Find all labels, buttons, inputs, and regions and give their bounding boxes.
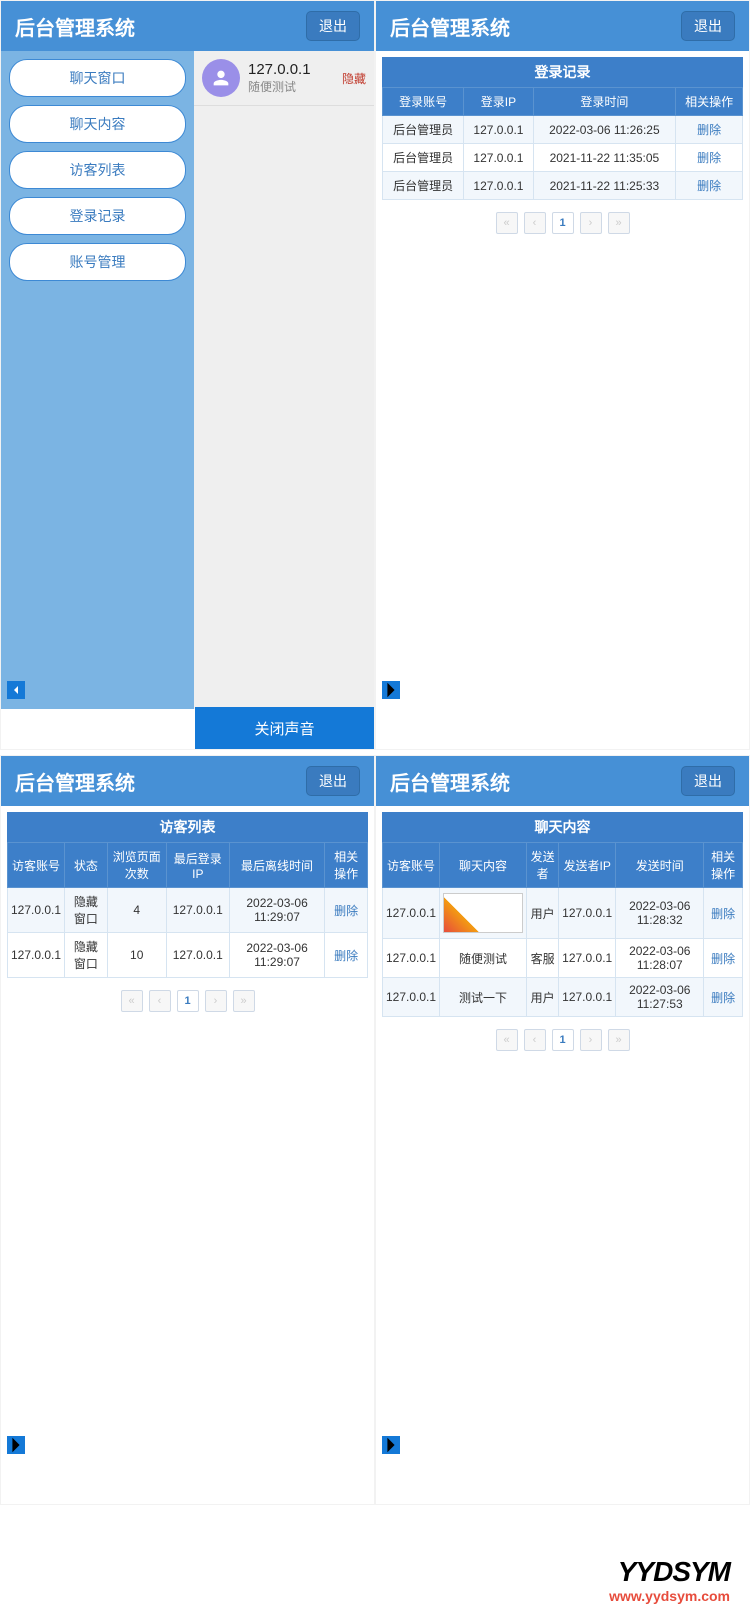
logout-button[interactable]: 退出 [681,766,735,796]
th-login-op: 相关操作 [676,88,743,116]
user-icon [210,67,232,89]
chat-item-ip: 127.0.0.1 [248,61,334,78]
header: 后台管理系统 退出 [1,1,374,51]
th-login-account: 登录账号 [383,88,464,116]
pager-first[interactable]: « [496,212,518,234]
delete-link[interactable]: 删除 [711,952,735,966]
table-row: 127.0.0.1用户127.0.0.12022-03-06 11:28:32删… [383,888,743,939]
header: 后台管理系统 退出 [376,1,749,51]
table-row: 127.0.0.1随便测试客服127.0.0.12022-03-06 11:28… [383,939,743,978]
app-title: 后台管理系统 [390,12,510,41]
close-sound-button[interactable]: 关闭声音 [195,707,374,749]
table-row: 后台管理员127.0.0.12021-11-22 11:25:33删除 [383,172,743,200]
th-visitor-time: 最后离线时间 [229,843,324,888]
pager: « ‹ 1 › » [382,212,743,234]
panel-title-chatlog: 聊天内容 [382,812,743,842]
expand-sidebar-button[interactable] [7,1436,25,1454]
th-chat-acc: 访客账号 [383,843,440,888]
sidebar-item-login-log[interactable]: 登录记录 [9,197,186,235]
panel-title-visitor: 访客列表 [7,812,368,842]
th-chat-time: 发送时间 [616,843,704,888]
pager-next[interactable]: › [580,1029,602,1051]
watermark-brand: YYDSYM [609,1556,730,1588]
sidebar: 聊天窗口 聊天内容 访客列表 登录记录 账号管理 [1,51,194,709]
chat-image-thumb[interactable] [443,893,523,933]
pager-first[interactable]: « [496,1029,518,1051]
app-title: 后台管理系统 [15,767,135,796]
watermark-url: www.yydsym.com [609,1588,730,1604]
th-visitor-op: 相关操作 [325,843,368,888]
avatar [202,59,240,97]
th-chat-sender: 发送者 [527,843,559,888]
pager-last[interactable]: » [233,990,255,1012]
sidebar-item-visitor-list[interactable]: 访客列表 [9,151,186,189]
th-visitor-ip: 最后登录IP [166,843,229,888]
login-log-table: 登录账号 登录IP 登录时间 相关操作 后台管理员127.0.0.12022-0… [382,87,743,200]
pager-page[interactable]: 1 [552,1029,574,1051]
pager-prev[interactable]: ‹ [524,1029,546,1051]
visitor-table: 访客账号 状态 浏览页面次数 最后登录IP 最后离线时间 相关操作 127.0.… [7,842,368,978]
chatlog-table: 访客账号 聊天内容 发送者 发送者IP 发送时间 相关操作 127.0.0.1用… [382,842,743,1017]
delete-link[interactable]: 删除 [697,151,721,165]
delete-link[interactable]: 删除 [697,179,721,193]
delete-link[interactable]: 删除 [334,904,358,918]
chat-item-msg: 随便测试 [248,78,334,95]
pager-page[interactable]: 1 [552,212,574,234]
pager: « ‹ 1 › » [382,1029,743,1051]
th-chat-ip: 发送者IP [559,843,616,888]
table-row: 127.0.0.1隐藏窗口4127.0.0.12022-03-06 11:29:… [8,888,368,933]
pager-last[interactable]: » [608,212,630,234]
th-chat-op: 相关操作 [704,843,743,888]
table-row: 127.0.0.1隐藏窗口10127.0.0.12022-03-06 11:29… [8,933,368,978]
table-row: 127.0.0.1测试一下用户127.0.0.12022-03-06 11:27… [383,978,743,1017]
pager-page[interactable]: 1 [177,990,199,1012]
chat-item-hide[interactable]: 隐藏 [342,70,366,87]
pager-first[interactable]: « [121,990,143,1012]
delete-link[interactable]: 删除 [711,907,735,921]
delete-link[interactable]: 删除 [697,123,721,137]
pager-last[interactable]: » [608,1029,630,1051]
panel-title-login-log: 登录记录 [382,57,743,87]
logout-button[interactable]: 退出 [306,766,360,796]
chat-list: 127.0.0.1 随便测试 隐藏 [194,51,374,709]
logout-button[interactable]: 退出 [681,11,735,41]
app-title: 后台管理系统 [390,767,510,796]
pager: « ‹ 1 › » [7,990,368,1012]
triangle-left-icon [11,685,21,695]
table-row: 后台管理员127.0.0.12021-11-22 11:35:05删除 [383,144,743,172]
expand-sidebar-button[interactable] [382,681,400,699]
header: 后台管理系统 退出 [1,756,374,806]
th-login-ip: 登录IP [464,88,533,116]
pager-next[interactable]: › [580,212,602,234]
th-visitor-status: 状态 [65,843,108,888]
pager-next[interactable]: › [205,990,227,1012]
triangle-right-icon [7,1436,25,1454]
logout-button[interactable]: 退出 [306,11,360,41]
sidebar-item-account-mgmt[interactable]: 账号管理 [9,243,186,281]
header: 后台管理系统 退出 [376,756,749,806]
th-chat-content: 聊天内容 [440,843,527,888]
triangle-right-icon [382,681,400,699]
sidebar-item-chat-window[interactable]: 聊天窗口 [9,59,186,97]
expand-sidebar-button[interactable] [382,1436,400,1454]
triangle-right-icon [382,1436,400,1454]
pager-prev[interactable]: ‹ [149,990,171,1012]
delete-link[interactable]: 删除 [711,991,735,1005]
th-visitor-count: 浏览页面次数 [107,843,166,888]
th-login-time: 登录时间 [533,88,676,116]
delete-link[interactable]: 删除 [334,949,358,963]
chat-list-item[interactable]: 127.0.0.1 随便测试 隐藏 [194,51,374,106]
table-row: 后台管理员127.0.0.12022-03-06 11:26:25删除 [383,116,743,144]
pager-prev[interactable]: ‹ [524,212,546,234]
watermark: YYDSYM www.yydsym.com [609,1556,730,1604]
collapse-sidebar-button[interactable] [7,681,25,699]
app-title: 后台管理系统 [15,12,135,41]
th-visitor-acc: 访客账号 [8,843,65,888]
sidebar-item-chat-content[interactable]: 聊天内容 [9,105,186,143]
